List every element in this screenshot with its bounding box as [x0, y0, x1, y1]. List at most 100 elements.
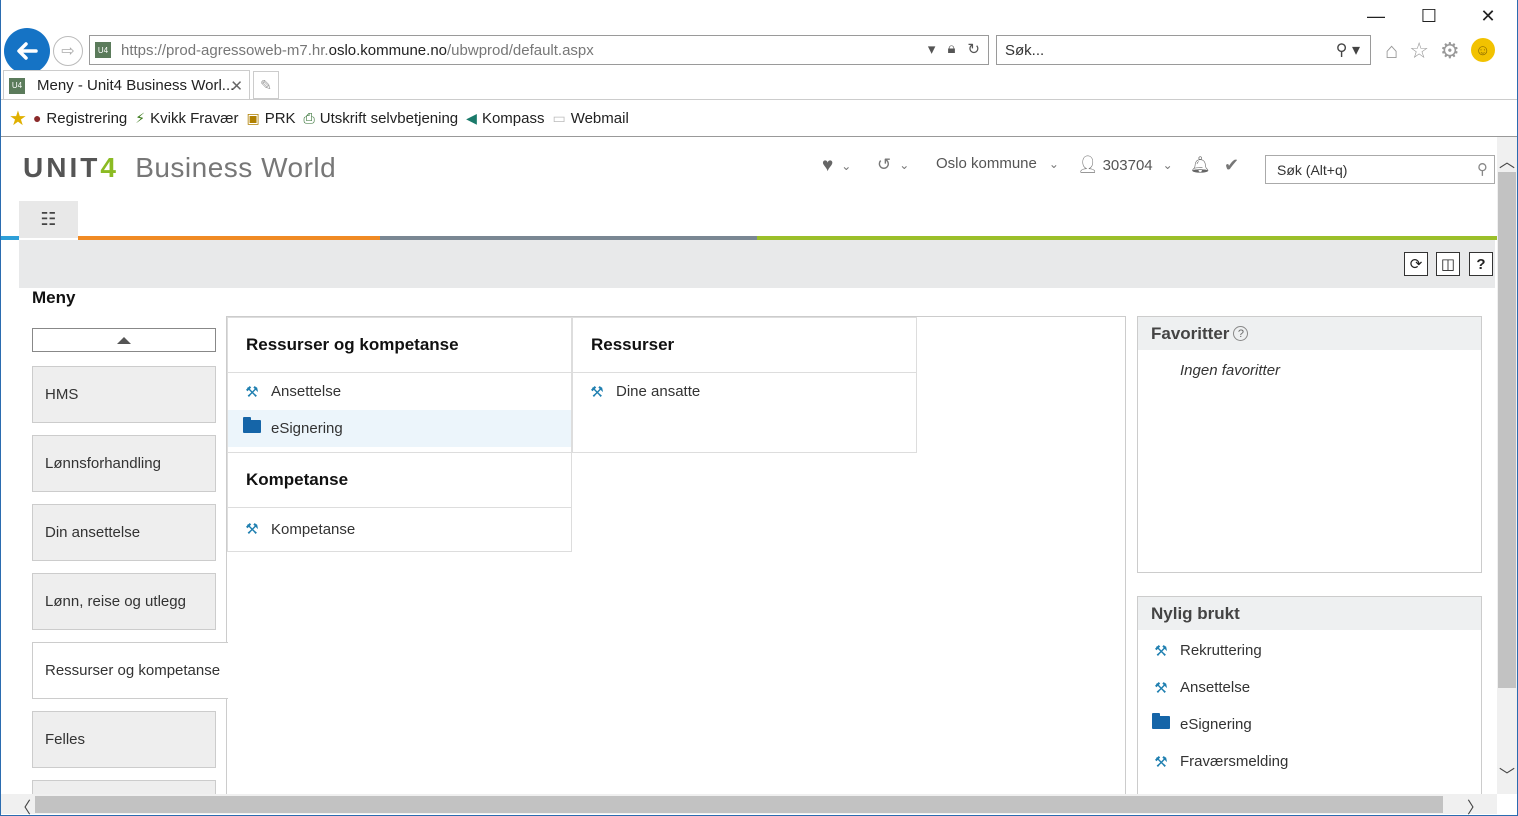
url-suffix: /ubwprod/default.aspx [447, 41, 594, 59]
recent-item-esignering[interactable]: eSignering [1138, 706, 1481, 743]
kompass-icon: ◀ [466, 109, 477, 126]
recent-item-fravaersmelding[interactable]: ⚒ Fraværsmelding [1138, 743, 1481, 780]
favorites-star-icon[interactable]: ★ [9, 106, 27, 131]
left-menu-item-din-ansettelse[interactable]: Din ansettelse [32, 504, 216, 561]
recent-item-rekruttering[interactable]: ⚒ Rekruttering [1138, 632, 1481, 669]
menu-item-dine-ansatte[interactable]: ⚒ Dine ansatte [573, 373, 916, 410]
horizontal-scroll-thumb[interactable] [35, 796, 1443, 813]
smiley-icon[interactable]: ☺ [1470, 38, 1495, 62]
tools-icon: ⚒ [1154, 642, 1168, 660]
user-id: 303704 [1102, 156, 1153, 174]
chevron-down-icon: ⌄ [841, 159, 852, 173]
app-search-input[interactable]: Søk (Alt+q) ⚲ [1265, 155, 1495, 184]
address-bar[interactable]: U4 https://prod-agressoweb-m7.hr.oslo.ko… [89, 35, 989, 65]
browser-window: — ☐ ✕ ⇨ U4 https://prod-agressoweb-m7.hr… [0, 0, 1518, 816]
browser-search-input[interactable]: Søk... ⚲ ▾ [996, 35, 1371, 65]
arrow-left-icon [17, 42, 38, 60]
tabstrip-divider [1, 99, 1517, 100]
lock-icon[interactable]: 🔒︎ [947, 40, 955, 58]
tools-icon: ⚒ [1154, 753, 1168, 771]
recent-item-label: Rekruttering [1180, 642, 1262, 659]
refresh-icon[interactable]: ↻ [967, 40, 980, 58]
maximize-button[interactable]: ☐ [1409, 6, 1449, 27]
favorites-menu[interactable]: ♥ ⌄ [822, 155, 851, 177]
menu-scroll-up-button[interactable] [32, 328, 216, 352]
dropdown-arrow-icon[interactable]: ▾ [928, 40, 936, 58]
tasks-button[interactable]: ✔ [1224, 155, 1239, 176]
fav-webmail[interactable]: ▭ Webmail [552, 110, 628, 127]
owl-icon: ● [32, 110, 42, 126]
scroll-down-arrow-icon[interactable]: ﹀ [1499, 762, 1515, 786]
notifications-button[interactable]: 🔔︎ [1190, 155, 1210, 175]
refresh-icon: ⟳ [1409, 256, 1423, 273]
org-menu[interactable]: Oslo kommune ⌄ [936, 155, 1059, 172]
logo-brand-four: 4 [100, 152, 119, 183]
site-favicon-icon: U4 [95, 42, 111, 58]
favorites-bar: ★ ● Registrering ⚡ Kvikk Fravær ▣ PRK ⎙ Utsk… [9, 104, 631, 132]
favorites-panel-header: Favoritter ? [1138, 317, 1481, 350]
menu-item-ansettelse[interactable]: ⚒ Ansettelse [228, 373, 571, 410]
folder-icon [241, 417, 263, 437]
forward-button[interactable]: ⇨ [53, 36, 83, 66]
menu-item-label: Kompetanse [271, 520, 356, 538]
tab-title: Meny - Unit4 Business Worl... [37, 77, 235, 94]
star-icon[interactable]: ☆ [1409, 38, 1429, 64]
refresh-button[interactable]: ⟳ [1404, 252, 1428, 276]
recent-panel: Nylig brukt ⚒ Rekruttering ⚒ Ansettelse eS… [1137, 596, 1482, 796]
prk-icon: ▣ [246, 109, 260, 126]
help-button[interactable]: ? [1469, 252, 1493, 276]
columns-icon: ◫ [1440, 256, 1456, 273]
scroll-left-arrow-icon[interactable]: 〈 [15, 794, 31, 815]
menu-item-esignering[interactable]: eSignering [228, 410, 571, 447]
bell-icon: 🔔︎ [1190, 157, 1211, 174]
gear-icon[interactable]: ⚙ [1440, 38, 1460, 64]
column-title: Kompetanse [228, 453, 571, 508]
back-button[interactable] [4, 28, 50, 74]
fav-utskrift[interactable]: ⎙ Utskrift selvbetjening [304, 110, 459, 127]
heart-icon: ♥ [822, 155, 834, 176]
left-menu-item-lonnsforhandling[interactable]: Lønnsforhandling [32, 435, 216, 492]
fav-kvikk-fravaer[interactable]: ⚡ Kvikk Fravær [135, 110, 238, 127]
fav-prk[interactable]: ▣ PRK [246, 110, 295, 127]
left-menu-item-ressurser[interactable]: Ressurser og kompetanse [32, 642, 228, 699]
fav-label: Webmail [570, 109, 629, 127]
fav-label: Registrering [46, 109, 128, 127]
left-menu-label: Ressurser og kompetanse [45, 662, 221, 679]
menu-tab[interactable]: ☷ [19, 201, 78, 238]
user-icon: 👤︎ [1077, 155, 1099, 174]
scroll-right-arrow-icon[interactable]: 〉 [1467, 794, 1483, 815]
split-view-button[interactable]: ◫ [1436, 252, 1460, 276]
user-menu[interactable]: 👤︎ 303704 ⌄ [1077, 155, 1173, 175]
fav-kompass[interactable]: ◀ Kompass [466, 110, 544, 127]
browser-search-placeholder: Søk... [1005, 41, 1045, 59]
minimize-button[interactable]: — [1356, 6, 1396, 27]
fav-label: Kvikk Fravær [150, 109, 239, 127]
recent-item-ansettelse[interactable]: ⚒ Ansettelse [1138, 669, 1481, 706]
help-circle-icon[interactable]: ? [1233, 326, 1249, 341]
arrow-right-icon: ⇨ [61, 43, 75, 60]
browser-tab[interactable]: U4 Meny - Unit4 Business Worl... ✕ [3, 70, 250, 100]
new-tab-button[interactable]: ✎ [253, 71, 279, 99]
left-menu-item-felles[interactable]: Felles [32, 711, 216, 768]
left-menu-label: Lønnsforhandling [45, 455, 161, 472]
home-icon[interactable]: ⌂ [1385, 38, 1398, 64]
search-icon[interactable]: ⚲ [1477, 160, 1488, 178]
search-icon[interactable]: ⚲ ▾ [1336, 40, 1360, 60]
recent-item-label: Fraværsmelding [1180, 753, 1289, 770]
menu-item-kompetanse[interactable]: ⚒ Kompetanse [228, 508, 571, 550]
scroll-up-arrow-icon[interactable]: ︿ [1499, 148, 1515, 172]
fav-registrering[interactable]: ● Registrering [33, 110, 127, 127]
left-menu-item-lonn-reise[interactable]: Lønn, reise og utlegg [32, 573, 216, 630]
favorites-empty-text: Ingen favoritter [1180, 362, 1281, 379]
menu-column-kompetanse: Kompetanse ⚒ Kompetanse [227, 452, 572, 552]
vertical-scroll-thumb[interactable] [1498, 172, 1516, 688]
close-window-button[interactable]: ✕ [1468, 6, 1508, 27]
recent-title: Nylig brukt [1138, 597, 1481, 630]
left-menu-label: HMS [45, 386, 79, 403]
favorites-panel: Favoritter ? Ingen favoritter [1137, 316, 1482, 573]
history-menu[interactable]: ↺ ⌄ [877, 155, 909, 175]
logo-brand-text: UNIT [23, 152, 101, 183]
menu-column-ressurser: Ressurser ⚒ Dine ansatte [572, 317, 917, 453]
left-menu-item-hms[interactable]: HMS [32, 366, 216, 423]
close-tab-icon[interactable]: ✕ [230, 77, 243, 95]
